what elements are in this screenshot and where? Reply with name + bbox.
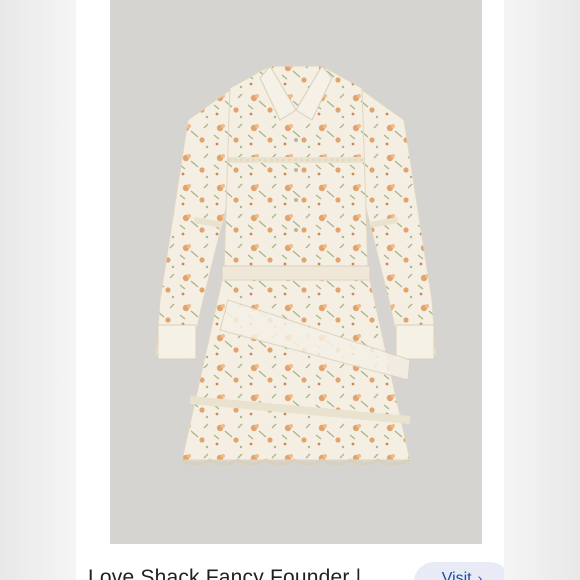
product-title[interactable]: Love Shack Fancy Founder | (88, 566, 361, 580)
dress-illustration (155, 65, 437, 466)
left-margin (0, 0, 76, 580)
image-result-card[interactable]: Love Shack Fancy Founder | Visit › (76, 0, 504, 580)
visit-label: Visit (441, 570, 472, 580)
result-info-row: Love Shack Fancy Founder | Visit › (76, 544, 504, 580)
visit-button[interactable]: Visit › (414, 562, 504, 580)
product-image[interactable] (110, 0, 482, 544)
chevron-right-icon: › (477, 570, 483, 580)
right-margin (504, 0, 580, 580)
